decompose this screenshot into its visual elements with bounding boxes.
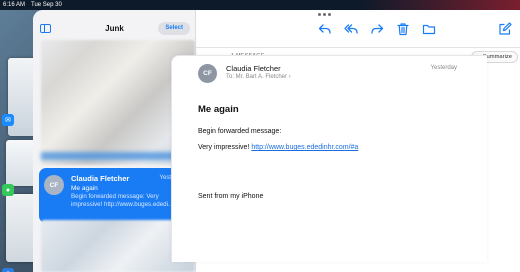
avatar: CF — [198, 64, 217, 83]
message-subject: Me again — [71, 185, 98, 192]
list-item-selected[interactable]: CF Claudia Fletcher Yesterday Me again B… — [39, 168, 192, 223]
trash-icon[interactable] — [396, 22, 410, 36]
reply-icon[interactable] — [318, 22, 332, 36]
compose-icon[interactable] — [498, 22, 512, 36]
folder-icon[interactable] — [422, 22, 436, 36]
chevron-right-icon: › — [288, 74, 291, 80]
recent-app-thumbnail[interactable] — [6, 140, 36, 186]
forward-header: Begin forwarded message: — [198, 128, 282, 135]
recipient-line[interactable]: To: Mr. Bart A. Fletcher › — [226, 74, 291, 80]
body-paragraph: Very impressive! http://www.buges.ededin… — [198, 144, 358, 151]
body-link[interactable]: http://www.buges.ededinhr.com/#a — [251, 144, 358, 151]
message-list-header: Junk Select — [33, 20, 196, 38]
sender-name[interactable]: Claudia Fletcher — [226, 64, 281, 73]
reply-all-icon[interactable] — [344, 22, 358, 36]
safari-app-icon[interactable]: ◎ — [2, 268, 14, 272]
avatar: CF — [44, 175, 64, 195]
status-time: 6:16 AM — [3, 2, 26, 8]
signature: Sent from my iPhone — [198, 193, 264, 200]
reader-toolbar — [196, 10, 520, 48]
body-text: Very impressive! — [198, 144, 250, 151]
messages-app-icon[interactable]: ● — [2, 184, 14, 196]
message-view: CF Claudia Fletcher To: Mr. Bart A. Flet… — [171, 55, 487, 262]
forward-icon[interactable] — [370, 22, 384, 36]
message-subject: Me again — [198, 104, 239, 115]
recipient-text: To: Mr. Bart A. Fletcher — [226, 74, 288, 80]
message-date: Yesterday — [430, 65, 457, 71]
status-date: Tue Sep 30 — [31, 2, 62, 8]
select-button[interactable]: Select — [158, 22, 190, 35]
recent-app-thumbnail[interactable] — [6, 194, 36, 262]
status-bar-tint — [360, 0, 520, 10]
summarize-label: Summarize — [482, 54, 512, 60]
message-preview: Begin forwarded message: Very impressive… — [71, 193, 175, 208]
mail-app-icon[interactable]: ✉ — [2, 114, 14, 126]
message-sender: Claudia Fletcher — [71, 174, 130, 183]
stage-manager-strip: ✉ ● ◎ — [0, 18, 36, 272]
status-bar: 6:16 AM Tue Sep 30 — [0, 0, 520, 10]
